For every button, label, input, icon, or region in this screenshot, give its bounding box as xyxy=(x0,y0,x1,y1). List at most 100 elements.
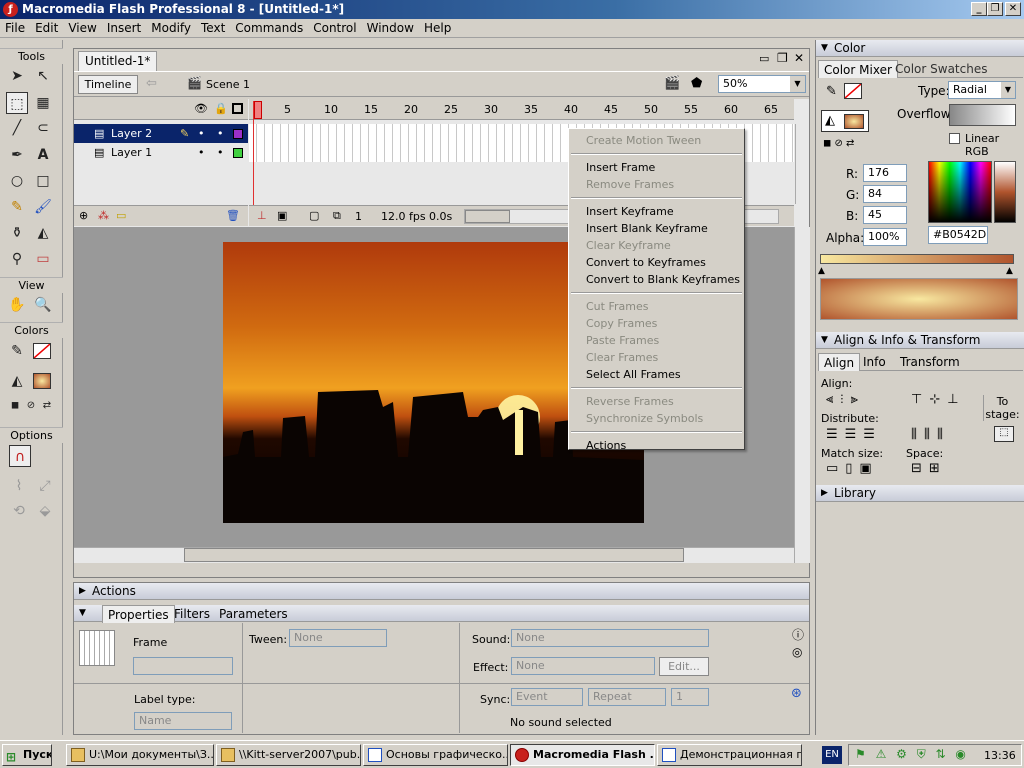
pencil-tool-icon[interactable]: ✎ xyxy=(6,196,28,218)
sound-select[interactable]: None xyxy=(511,629,709,647)
edit-button[interactable]: Edit... xyxy=(659,657,709,676)
eye-icon[interactable]: 👁 xyxy=(194,102,208,115)
g-field[interactable]: 84 xyxy=(863,185,907,203)
edit-multiple-icon[interactable]: ⧉ xyxy=(333,209,341,223)
lock-dot[interactable]: • xyxy=(217,124,224,143)
gradient-transform-tool-icon[interactable]: ▦ xyxy=(32,92,54,114)
library-panel-header[interactable]: ▶ Library xyxy=(816,485,1024,502)
menu-view[interactable]: View xyxy=(63,19,101,37)
back-arrow-icon[interactable]: ⇦ xyxy=(146,76,157,91)
ink-bottle-tool-icon[interactable]: ⚱ xyxy=(6,222,28,244)
match-size-icons[interactable]: ▭▯▣ xyxy=(826,461,879,476)
insert-folder-icon[interactable]: ▭ xyxy=(116,209,126,222)
start-button[interactable]: ⊞ Пуск xyxy=(2,744,52,766)
align-panel-header[interactable]: ▼ Align & Info & Transform xyxy=(816,332,1024,349)
panel-stroke-swatch[interactable] xyxy=(844,83,862,99)
color-panel-header[interactable]: ▼ Color xyxy=(816,40,1024,57)
tab-transform[interactable]: Transform xyxy=(895,353,965,371)
distort-option-icon[interactable]: ⬙ xyxy=(34,500,56,522)
onion-outline-icon[interactable]: ▢ xyxy=(309,209,319,222)
gradient-stop-start-icon[interactable]: ▲ xyxy=(818,266,825,276)
visibility-dot[interactable]: • xyxy=(198,143,205,162)
timeline-button[interactable]: Timeline xyxy=(78,75,138,94)
insert-layer-icon[interactable]: ⊕ xyxy=(79,209,88,222)
swap-colors-icon[interactable]: ⇄ xyxy=(36,395,58,417)
context-menu-item[interactable]: Insert Frame xyxy=(569,159,744,176)
fill-color-swatch[interactable] xyxy=(33,373,51,389)
distribute-icons[interactable]: ☰☰☰ xyxy=(826,427,882,442)
menu-modify[interactable]: Modify xyxy=(146,19,196,37)
gradient-bar[interactable] xyxy=(820,254,1014,264)
menu-file[interactable]: File xyxy=(0,19,30,37)
b-field[interactable]: 45 xyxy=(863,206,907,224)
taskbar-item[interactable]: U:\Мои документы\З... xyxy=(66,744,214,766)
to-stage-button[interactable]: ⬚ xyxy=(994,426,1014,442)
alpha-field[interactable]: 100% xyxy=(863,228,907,246)
tab-parameters[interactable]: Parameters xyxy=(214,605,293,623)
outline-icon[interactable] xyxy=(232,103,243,114)
context-menu-item[interactable]: Insert Keyframe xyxy=(569,203,744,220)
layer-row[interactable]: ▤ Layer 1 • • xyxy=(74,143,248,162)
layer-color-swatch[interactable] xyxy=(233,148,243,158)
brightness-slider[interactable] xyxy=(994,161,1016,223)
line-tool-icon[interactable]: ╱ xyxy=(6,117,28,139)
center-frame-icon[interactable]: ⊥ xyxy=(257,209,267,222)
text-tool-icon[interactable]: A xyxy=(32,144,54,166)
language-indicator[interactable]: EN xyxy=(822,746,842,764)
doc-minimize-icon[interactable]: ▭ xyxy=(759,52,769,65)
menu-help[interactable]: Help xyxy=(419,19,456,37)
overflow-select[interactable] xyxy=(949,104,1016,126)
zoom-select[interactable]: 50% ▼ xyxy=(718,75,806,93)
space-icons[interactable]: ⊟⊞ xyxy=(911,461,947,476)
menu-commands[interactable]: Commands xyxy=(230,19,308,37)
context-menu-item[interactable]: Convert to Blank Keyframes xyxy=(569,271,744,288)
align-vertical-icons[interactable]: ⊤⊹⊥ xyxy=(911,392,966,407)
visibility-dot[interactable]: • xyxy=(198,124,205,143)
eyedropper-tool-icon[interactable]: ⚲ xyxy=(6,248,28,270)
tab-color-mixer[interactable]: Color Mixer xyxy=(818,60,898,78)
zoom-tool-icon[interactable]: 🔍 xyxy=(32,294,54,316)
lock-dot[interactable]: • xyxy=(217,143,224,162)
gradient-stop-end-icon[interactable]: ▲ xyxy=(1006,266,1013,276)
align-icons[interactable]: ⫷⫶⫸ xyxy=(826,392,865,407)
edit-scene-icon[interactable]: 🎬 xyxy=(664,76,680,91)
maximize-button[interactable]: ❐ xyxy=(987,2,1003,16)
menu-insert[interactable]: Insert xyxy=(102,19,146,37)
context-menu-item[interactable]: Actions xyxy=(569,437,744,454)
tab-color-swatches[interactable]: Color Swatches xyxy=(890,60,992,78)
oval-tool-icon[interactable]: ○ xyxy=(6,170,28,192)
stage-vscroll[interactable] xyxy=(794,227,810,563)
brush-tool-icon[interactable]: 🖌 xyxy=(32,196,54,218)
onion-skin-icon[interactable]: ▣ xyxy=(277,209,287,222)
collapse-arrow-icon[interactable]: ▼ xyxy=(79,605,86,622)
menu-text[interactable]: Text xyxy=(196,19,230,37)
eraser-tool-icon[interactable]: ▭ xyxy=(32,248,54,270)
subselect-tool-icon[interactable]: ↖ xyxy=(32,65,54,87)
snap-magnet-icon[interactable]: ∩ xyxy=(9,445,31,467)
menu-control[interactable]: Control xyxy=(308,19,361,37)
tween-select[interactable]: None xyxy=(289,629,387,647)
rotate-option-icon[interactable]: ⟲ xyxy=(8,500,30,522)
pen-tool-icon[interactable]: ✒ xyxy=(6,144,28,166)
context-menu-item[interactable]: Select All Frames xyxy=(569,366,744,383)
sync-select[interactable]: Event xyxy=(511,688,583,706)
taskbar-item[interactable]: Демонстрационная г... xyxy=(657,744,802,766)
distribute-horizontal-icons[interactable]: ⫼⫼⫼ xyxy=(911,427,950,442)
add-guide-icon[interactable]: ⁂ xyxy=(98,209,109,222)
color-spectrum[interactable] xyxy=(928,161,992,223)
close-button[interactable]: ✕ xyxy=(1005,2,1021,16)
frame-ruler[interactable]: 1 5 10 15 20 25 30 35 40 45 50 55 60 65 xyxy=(249,99,794,120)
stage-hscroll[interactable] xyxy=(74,547,794,563)
tab-info[interactable]: Info xyxy=(858,353,891,371)
tray-icons[interactable]: ⚑ ⚠ ⚙ ⛨ ⇅ ◉ xyxy=(855,747,969,762)
layer-color-swatch[interactable] xyxy=(233,129,243,139)
hex-field[interactable]: #B0542D xyxy=(928,226,988,244)
taskbar-item[interactable]: Основы графическо... xyxy=(363,744,508,766)
stroke-color-swatch[interactable] xyxy=(33,343,51,359)
fill-color-icon[interactable]: ◭ xyxy=(6,370,28,392)
effect-select[interactable]: None xyxy=(511,657,655,675)
free-transform-tool-icon[interactable]: ⬚ xyxy=(6,92,28,114)
stroke-color-icon[interactable]: ✎ xyxy=(6,340,28,362)
tab-align[interactable]: Align xyxy=(818,353,861,371)
document-tab[interactable]: Untitled-1* xyxy=(78,51,158,71)
